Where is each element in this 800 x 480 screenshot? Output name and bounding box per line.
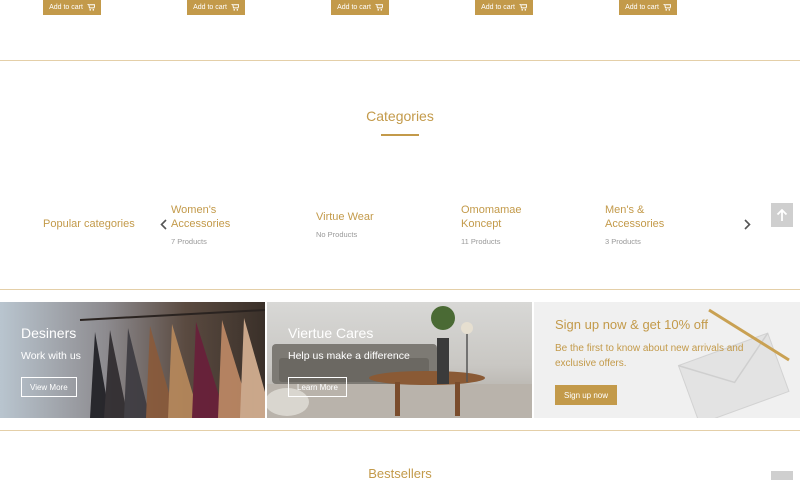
arrow-up-icon (776, 208, 788, 221)
category-item-virtue-wear[interactable]: Virtue Wear No Products (316, 210, 436, 239)
banner-title: Desiners (21, 325, 77, 341)
category-name: Virtue Wear (316, 211, 374, 223)
chevron-right-icon (743, 218, 751, 230)
category-name: Omomamae Koncept (461, 204, 522, 230)
category-count: 11 Products (461, 237, 501, 246)
add-to-cart-button[interactable]: Add to cart (619, 0, 677, 15)
category-count: 3 Products (605, 237, 641, 246)
add-to-cart-button[interactable]: Add to cart (475, 0, 533, 15)
banner-title: Viertue Cares (288, 325, 374, 341)
sign-up-button[interactable]: Sign up now (555, 385, 618, 405)
category-count: No Products (316, 230, 358, 239)
cart-icon (231, 4, 239, 11)
cart-icon (519, 4, 527, 11)
virtue-cares-banner: Viertue Cares Help us make a difference … (267, 302, 532, 418)
carousel-next-button[interactable] (742, 217, 752, 231)
designers-banner: Desiners Work with us View More (0, 302, 265, 418)
category-count: 7 Products (171, 237, 207, 246)
popular-categories-label: Popular categories (43, 218, 135, 230)
category-name: Women's Accessories (171, 204, 231, 230)
add-to-cart-label: Add to cart (193, 4, 227, 11)
cart-icon (663, 4, 671, 11)
category-item-mens-accessories[interactable]: Men's & Accessories 3 Products (605, 203, 725, 246)
category-item-womens-accessories[interactable]: Women's Accessories 7 Products (171, 203, 291, 246)
scroll-to-top-button[interactable] (771, 203, 793, 227)
add-to-cart-label: Add to cart (625, 4, 659, 11)
signup-text: Be the first to know about new arrivals … (555, 343, 744, 369)
section-divider (0, 289, 800, 290)
bestsellers-title: Bestsellers (368, 466, 432, 480)
section-divider (0, 60, 800, 61)
add-to-cart-label: Add to cart (49, 4, 83, 11)
signup-banner: Sign up now & get 10% off Be the first t… (534, 302, 800, 418)
banner-subtitle: Work with us (21, 350, 81, 362)
category-item-omomamae-koncept[interactable]: Omomamae Koncept 11 Products (461, 203, 581, 246)
section-divider (0, 430, 800, 431)
add-to-cart-label: Add to cart (481, 4, 515, 11)
add-to-cart-button[interactable]: Add to cart (331, 0, 389, 15)
cart-icon (375, 4, 383, 11)
add-to-cart-button[interactable]: Add to cart (187, 0, 245, 15)
categories-title: Categories (366, 108, 434, 124)
category-name: Men's & Accessories (605, 204, 665, 230)
add-to-cart-button[interactable]: Add to cart (43, 0, 101, 15)
product-actions-row: Add to cart Add to cart Add to cart Add … (0, 0, 800, 16)
view-more-button[interactable]: View More (21, 377, 77, 397)
signup-title: Sign up now & get 10% off (555, 317, 708, 332)
title-underline (381, 134, 419, 136)
add-to-cart-label: Add to cart (337, 4, 371, 11)
scroll-to-top-button-partial[interactable] (771, 471, 793, 480)
banner-subtitle: Help us make a difference (288, 350, 410, 362)
cart-icon (87, 4, 95, 11)
chevron-left-icon (159, 218, 167, 230)
learn-more-button[interactable]: Learn More (288, 377, 347, 397)
carousel-prev-button[interactable] (158, 217, 168, 231)
